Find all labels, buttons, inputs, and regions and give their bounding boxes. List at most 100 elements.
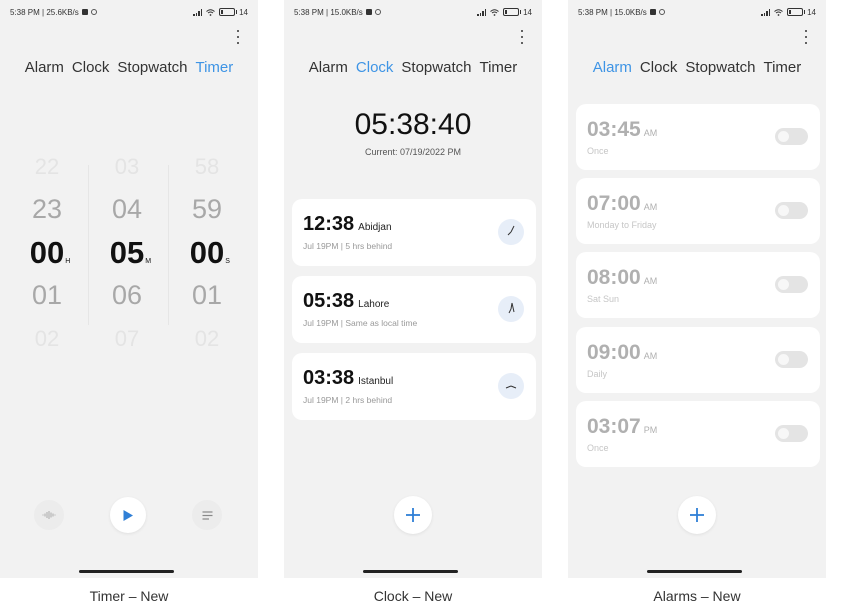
tab-stopwatch[interactable]: Stopwatch	[401, 59, 471, 76]
more-options-icon[interactable]	[236, 30, 240, 44]
city-name: Abidjan	[358, 222, 392, 233]
minutes-wheel[interactable]: 03 04 05 M 06 07	[97, 145, 157, 360]
city-offset: 2 hrs behind	[345, 395, 393, 405]
battery-icon	[787, 8, 806, 16]
alarm-card[interactable]: 03:45 AM Once	[576, 104, 820, 170]
alarm-toggle[interactable]	[775, 351, 808, 368]
tab-timer[interactable]: Timer	[479, 59, 517, 76]
alarm-time-line: 09:00 AM	[587, 341, 657, 365]
minutes-row: 03	[114, 154, 140, 179]
tab-timer[interactable]: Timer	[195, 59, 233, 76]
hours-wheel[interactable]: 22 23 00 H 01 02	[17, 145, 77, 360]
status-time: 5:38 PM | 15.0KB/s	[578, 7, 647, 17]
alarm-time: 03:07	[587, 415, 641, 438]
more-options-icon[interactable]	[520, 30, 524, 44]
list-icon	[202, 510, 212, 520]
wifi-icon	[490, 8, 499, 16]
seconds-row: 02	[194, 326, 220, 351]
tab-timer[interactable]: Timer	[763, 59, 801, 76]
seconds-unit: S	[225, 258, 230, 265]
tab-stopwatch[interactable]: Stopwatch	[117, 59, 187, 76]
alarm-time-line: 08:00 AM	[587, 266, 657, 290]
world-clock-card[interactable]: 12:38 Abidjan Jul 19PM | 5 hrs behind	[292, 199, 536, 266]
battery-level: 14	[239, 7, 248, 17]
battery-level: 14	[523, 7, 532, 17]
seconds-selected: 00 S	[177, 231, 237, 274]
tab-clock[interactable]: Clock	[640, 59, 678, 76]
status-bar: 5:38 PM | 25.6KB/s 14	[10, 6, 248, 18]
alarm-ampm: AM	[643, 276, 658, 286]
alarm-card[interactable]: 07:00 AM Monday to Friday	[576, 178, 820, 244]
status-time: 5:38 PM | 15.0KB/s	[294, 7, 363, 17]
alarm-time-line: 03:45 AM	[587, 118, 657, 142]
notification-icon	[365, 9, 372, 15]
start-timer-button[interactable]	[110, 497, 146, 533]
hours-selected-value: 00	[29, 235, 65, 270]
play-icon	[123, 509, 133, 521]
city-date: Jul 19PM	[303, 318, 339, 328]
tab-alarm[interactable]: Alarm	[25, 59, 64, 76]
tab-clock[interactable]: Clock	[356, 59, 394, 76]
minutes-row: 04	[111, 194, 143, 224]
hours-selected: 00 H	[17, 231, 77, 274]
alarm-ampm: AM	[643, 128, 658, 138]
seconds-row: 59	[191, 194, 223, 224]
tab-clock[interactable]: Clock	[72, 59, 110, 76]
home-indicator	[363, 570, 458, 573]
hours-unit: H	[65, 258, 71, 265]
city-detail: Jul 19PM | 5 hrs behind	[303, 241, 393, 251]
alarm-toggle[interactable]	[775, 202, 808, 219]
hours-row: 02	[34, 326, 60, 351]
sound-wave-button[interactable]	[34, 500, 64, 530]
city-date: Jul 19PM	[303, 241, 339, 251]
signal-icon	[761, 8, 771, 16]
minutes-row: 07	[114, 326, 140, 351]
alarm-card[interactable]: 08:00 AM Sat Sun	[576, 252, 820, 318]
local-time: 05:38:40	[354, 108, 472, 141]
alarm-time: 03:45	[587, 118, 641, 141]
alarm-time: 07:00	[587, 192, 641, 215]
tab-alarm[interactable]: Alarm	[593, 59, 632, 76]
city-time: 03:38	[303, 367, 355, 389]
analog-clock-icon	[498, 219, 524, 245]
clock-screen: 5:38 PM | 15.0KB/s 14 Alarm Clock Stopwa…	[284, 0, 542, 578]
world-clock-card[interactable]: 05:38 Lahore Jul 19PM | Same as local tim…	[292, 276, 536, 343]
alarm-toggle[interactable]	[775, 425, 808, 442]
minutes-selected: 05 M	[97, 231, 157, 274]
tab-stopwatch[interactable]: Stopwatch	[685, 59, 755, 76]
city-detail: Jul 19PM | Same as local time	[303, 318, 418, 328]
alarm-repeat: Sat Sun	[587, 294, 620, 304]
alarm-card[interactable]: 03:07 PM Once	[576, 401, 820, 467]
world-clock-card[interactable]: 03:38 Istanbul Jul 19PM | 2 hrs behind	[292, 353, 536, 420]
status-time: 5:38 PM | 25.6KB/s	[10, 7, 79, 17]
more-options-icon[interactable]	[804, 30, 808, 44]
analog-clock-icon	[498, 373, 524, 399]
timer-list-button[interactable]	[192, 500, 222, 530]
wifi-icon	[774, 8, 783, 16]
notification-icon	[649, 9, 656, 15]
alarm-ampm: AM	[643, 351, 658, 361]
city-time-line: 03:38 Istanbul	[303, 367, 393, 390]
alarm-toggle[interactable]	[775, 128, 808, 145]
circle-icon	[374, 9, 381, 15]
wifi-icon	[206, 8, 215, 16]
plus-icon	[406, 508, 420, 522]
city-offset: Same as local time	[345, 318, 418, 328]
alarms-screen: 5:38 PM | 15.0KB/s 14 Alarm Clock Stopwa…	[568, 0, 826, 578]
city-time: 12:38	[303, 213, 355, 235]
seconds-wheel[interactable]: 58 59 00 S 01 02	[177, 145, 237, 360]
wheel-divider	[168, 165, 169, 325]
add-alarm-button[interactable]	[678, 496, 716, 534]
minutes-unit: M	[145, 258, 152, 265]
tab-alarm[interactable]: Alarm	[309, 59, 348, 76]
tab-bar: Alarm Clock Stopwatch Timer	[0, 59, 258, 76]
alarm-card[interactable]: 09:00 AM Daily	[576, 327, 820, 393]
alarm-time-line: 07:00 AM	[587, 192, 657, 216]
alarm-time-line: 03:07 PM	[587, 415, 657, 439]
city-date: Jul 19PM	[303, 395, 339, 405]
alarm-toggle[interactable]	[775, 276, 808, 293]
home-indicator	[647, 570, 742, 573]
alarm-repeat: Once	[587, 443, 609, 453]
status-bar: 5:38 PM | 15.0KB/s 14	[294, 6, 532, 18]
add-city-button[interactable]	[394, 496, 432, 534]
